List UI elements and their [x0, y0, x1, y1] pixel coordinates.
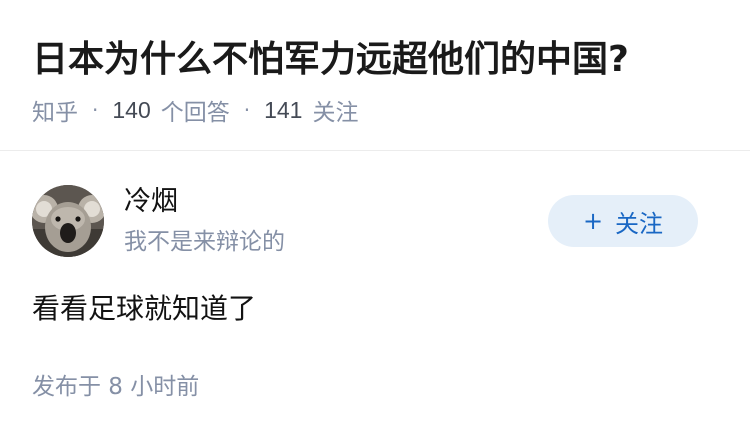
- question-meta: 知乎 · 140 个回答 · 141 关注: [32, 93, 358, 127]
- follow-button[interactable]: + 关注: [548, 195, 698, 247]
- follower-count: 141: [264, 96, 303, 123]
- answer-count: 140: [112, 96, 151, 123]
- plus-icon: +: [582, 207, 604, 235]
- answer-card: 冷烟 我不是来辩论的 + 关注 看看足球就知道了 发布于 8 小时前: [0, 152, 750, 438]
- meta-separator: ·: [243, 98, 251, 122]
- author-avatar[interactable]: [32, 185, 104, 257]
- question-title[interactable]: 日本为什么不怕军力远超他们的中国?: [32, 36, 629, 84]
- answer-count-label: 个回答: [160, 100, 230, 126]
- follower-count-label: 关注: [312, 100, 359, 126]
- answer-content[interactable]: 看看足球就知道了: [32, 289, 256, 329]
- koala-avatar-icon: [32, 185, 104, 257]
- author-bio: 我不是来辩论的: [124, 229, 285, 255]
- meta-separator: ·: [92, 98, 99, 122]
- author-name[interactable]: 冷烟: [124, 184, 178, 220]
- question-header: 日本为什么不怕军力远超他们的中国? 知乎 · 140 个回答 · 141 关注: [0, 0, 750, 151]
- publish-time: 发布于 8 小时前: [32, 374, 200, 400]
- follow-button-label: 关注: [615, 209, 664, 238]
- source-label[interactable]: 知乎: [32, 93, 78, 127]
